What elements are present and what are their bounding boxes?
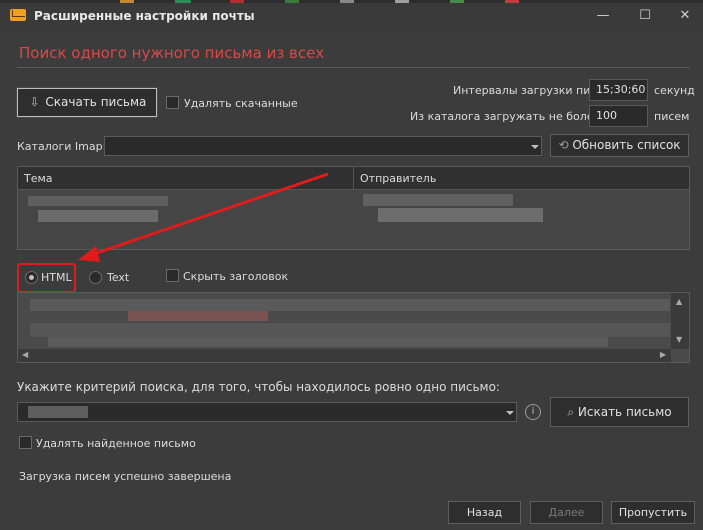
chevron-down-icon <box>506 411 514 415</box>
max-per-folder-unit: писем <box>654 110 690 123</box>
refresh-list-button[interactable]: ⟲ Обновить список <box>550 134 689 157</box>
scroll-up-icon[interactable]: ▲ <box>676 297 682 306</box>
intervals-input[interactable]: 15;30;60 <box>589 79 648 101</box>
back-button[interactable]: Назад <box>448 501 521 524</box>
preview-horizontal-scrollbar[interactable]: ◀ ▶ <box>18 349 671 362</box>
minimize-button[interactable]: — <box>588 4 618 28</box>
chevron-down-icon <box>531 145 539 149</box>
search-criteria-prompt: Укажите критерий поиска, для того, чтобы… <box>17 380 500 394</box>
imap-folders-label: Каталоги Imap: <box>17 140 107 153</box>
preview-vertical-scrollbar[interactable]: ▲ ▼ <box>671 293 689 349</box>
delete-found-label: Удалять найденное письмо <box>36 437 196 450</box>
search-icon: ⌕ <box>567 405 575 419</box>
download-mail-button[interactable]: ⇩ Скачать письма <box>16 87 158 118</box>
next-button[interactable]: Далее <box>530 501 603 524</box>
taskbar-strip <box>0 0 703 3</box>
refresh-icon: ⟲ <box>558 138 569 152</box>
search-criteria-input[interactable] <box>17 402 517 422</box>
annotation-arrow <box>78 172 329 262</box>
max-per-folder-input[interactable]: 100 <box>589 105 648 127</box>
delete-found-checkbox[interactable] <box>19 436 32 449</box>
scroll-down-icon[interactable]: ▼ <box>676 335 682 344</box>
close-button[interactable]: ✕ <box>670 4 700 28</box>
hide-header-label: Скрыть заголовок <box>183 270 289 283</box>
download-icon: ⇩ <box>29 95 40 109</box>
info-icon[interactable]: i <box>525 404 541 420</box>
scroll-right-icon[interactable]: ▶ <box>660 350 666 359</box>
search-mail-button[interactable]: ⌕ Искать письмо <box>550 397 689 427</box>
delete-downloaded-checkbox[interactable] <box>166 96 179 109</box>
html-radio[interactable] <box>25 271 38 284</box>
html-label: HTML <box>41 271 72 284</box>
column-divider <box>353 167 354 189</box>
hide-header-checkbox[interactable] <box>166 269 179 282</box>
section-divider <box>17 67 690 68</box>
imap-folders-select[interactable] <box>104 136 542 156</box>
status-text: Загрузка писем успешно завершена <box>19 470 232 483</box>
skip-button[interactable]: Пропустить <box>611 501 695 524</box>
column-subject: Тема <box>24 172 53 185</box>
text-radio[interactable] <box>89 271 102 284</box>
column-sender: Отправитель <box>360 172 437 185</box>
scroll-left-icon[interactable]: ◀ <box>22 350 28 359</box>
window-title: Расширенные настройки почты <box>34 9 255 23</box>
section-title: Поиск одного нужного письма из всех <box>19 44 325 62</box>
mail-icon <box>10 9 26 21</box>
maximize-button[interactable]: ☐ <box>630 4 660 28</box>
text-label: Text <box>107 271 130 284</box>
delete-downloaded-label: Удалять скачанные <box>184 97 298 110</box>
max-per-folder-label: Из каталога загружать не более: <box>410 110 605 123</box>
intervals-unit: секунд <box>654 84 695 97</box>
